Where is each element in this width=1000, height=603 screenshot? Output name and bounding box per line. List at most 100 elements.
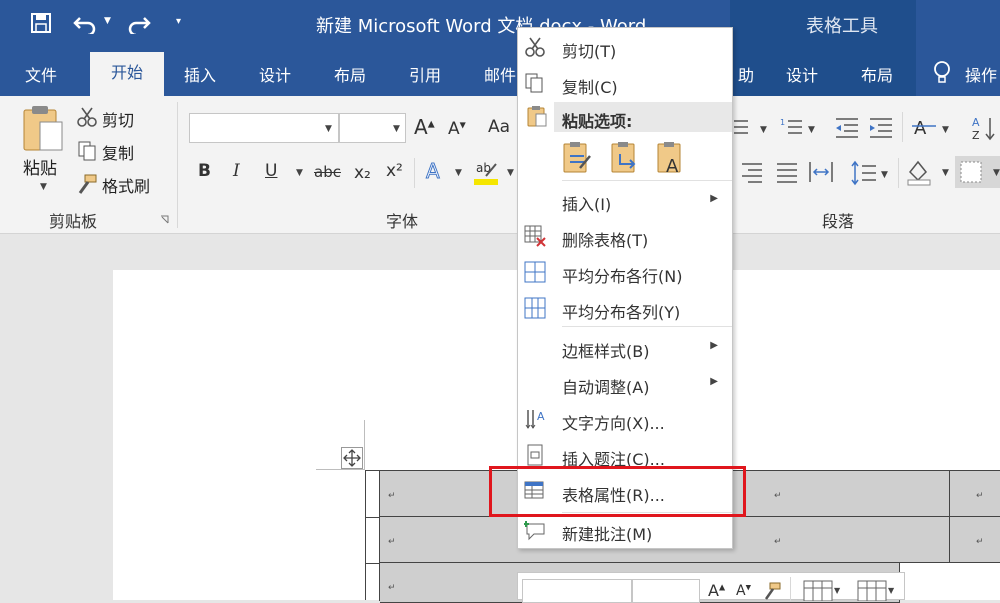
scissors-icon [525, 37, 545, 57]
menu-item-border-styles[interactable]: 边框样式(B) ▶ [518, 330, 732, 366]
paste-icon[interactable] [22, 104, 64, 154]
superscript-button[interactable]: x² [386, 161, 403, 181]
borders-button[interactable]: ▼ [955, 156, 1000, 188]
sort-icon[interactable]: A Z [970, 114, 996, 142]
menu-item-insert[interactable]: 插入(I) ▶ [518, 183, 732, 219]
tab-insert[interactable]: 插入 [184, 62, 216, 86]
scissors-icon[interactable] [76, 106, 98, 128]
menu-item-copy-label: 复制(C) [562, 78, 618, 97]
format-painter-icon[interactable] [76, 173, 98, 195]
subscript-button[interactable]: x₂ [354, 163, 371, 183]
menu-item-insert-label: 插入(I) [562, 195, 612, 214]
mini-shrink-font-icon[interactable]: A▼ [736, 583, 751, 599]
tab-mailings[interactable]: 邮件 [484, 62, 516, 86]
paste-keep-formatting-icon[interactable] [562, 140, 592, 174]
format-painter-button[interactable]: 格式刷 [102, 173, 150, 197]
font-group-label: 字体 [386, 212, 419, 231]
menu-item-distribute-rows[interactable]: 平均分布各行(N) [518, 255, 732, 291]
paste-merge-formatting-icon[interactable] [610, 140, 640, 174]
table-cell[interactable] [754, 471, 950, 517]
undo-dropdown-icon[interactable]: ▼ [104, 16, 111, 26]
undo-icon[interactable] [72, 12, 98, 34]
paragraph-mark: ↵ [388, 491, 396, 501]
menu-item-text-direction-label: 文字方向(X)... [562, 414, 665, 433]
bold-button[interactable]: B [198, 161, 211, 181]
shading-icon[interactable]: ▼ [906, 158, 954, 186]
menu-item-distribute-cols[interactable]: 平均分布各列(Y) [518, 291, 732, 327]
clipboard-launcher-icon[interactable] [160, 215, 169, 224]
tab-review[interactable]: 助 [738, 62, 754, 86]
mini-size-combo[interactable] [632, 579, 700, 603]
highlight-dropdown-icon[interactable]: ▼ [507, 168, 514, 178]
lightbulb-icon[interactable] [932, 60, 952, 86]
table-cell[interactable] [950, 471, 1000, 517]
redo-icon[interactable] [126, 12, 152, 34]
decrease-indent-icon[interactable] [834, 116, 860, 140]
paste-label[interactable]: 粘贴 [23, 154, 57, 179]
distributed-icon[interactable] [808, 160, 834, 184]
shrink-font-icon[interactable]: A▼ [448, 119, 466, 139]
numbered-list-icon[interactable]: 1 ▼ [778, 116, 820, 140]
paste-dropdown-icon[interactable]: ▼ [40, 182, 47, 192]
save-icon[interactable] [30, 12, 52, 34]
svg-text:A: A [666, 156, 679, 174]
grow-font-icon[interactable]: A▲ [414, 115, 435, 139]
asian-layout-icon[interactable]: A ▼ [912, 116, 952, 140]
change-case-button[interactable]: Aa [488, 117, 510, 137]
menu-item-text-direction[interactable]: A 文字方向(X)... [518, 402, 732, 438]
menu-item-delete-table[interactable]: 删除表格(T) [518, 219, 732, 255]
table-cell[interactable] [754, 517, 950, 563]
svg-text:A: A [972, 116, 980, 129]
increase-indent-icon[interactable] [868, 116, 894, 140]
tab-layout[interactable]: 布局 [334, 62, 366, 86]
table-cell[interactable] [950, 517, 1000, 563]
menu-item-cut[interactable]: 剪切(T) [518, 30, 732, 66]
highlight-color-icon[interactable]: ab [474, 158, 500, 186]
font-size-dropdown-icon[interactable]: ▼ [393, 124, 400, 134]
tab-home[interactable]: 开始 [90, 52, 164, 96]
borders-dropdown-icon[interactable]: ▼ [993, 168, 1000, 178]
menu-item-new-comment[interactable]: 新建批注(M) [518, 513, 732, 549]
mini-format-painter-icon[interactable] [762, 581, 784, 601]
move-icon [343, 449, 361, 467]
paste-text-only-icon[interactable]: A [656, 140, 686, 174]
insert-caption-icon [527, 444, 543, 466]
text-effects-dropdown-icon[interactable]: ▼ [455, 168, 462, 178]
mini-table-styles-icon[interactable]: ▼ [856, 579, 896, 601]
menu-item-copy[interactable]: 复制(C) [518, 66, 732, 102]
tab-table-layout[interactable]: 布局 [861, 62, 893, 86]
svg-text:▼: ▼ [942, 125, 949, 135]
copy-button[interactable]: 复制 [102, 140, 134, 164]
copy-icon[interactable] [77, 140, 97, 162]
customize-qat-icon[interactable]: ▾ [176, 16, 181, 27]
table-move-handle[interactable] [341, 447, 363, 469]
italic-button[interactable]: I [233, 161, 240, 181]
multilevel-list-icon[interactable]: ▼ [732, 116, 772, 140]
strikethrough-button[interactable]: abc [314, 163, 341, 181]
text-effects-icon[interactable]: A [426, 159, 441, 184]
font-name-combo[interactable] [189, 113, 339, 143]
tab-table-design[interactable]: 设计 [786, 62, 818, 86]
menu-separator [562, 326, 732, 327]
justify-icon[interactable] [775, 160, 799, 184]
font-name-dropdown-icon[interactable]: ▼ [325, 124, 332, 134]
cut-button[interactable]: 剪切 [102, 107, 134, 131]
tab-references[interactable]: 引用 [409, 62, 441, 86]
paragraph-separator-2 [898, 158, 899, 188]
mini-insert-table-icon[interactable]: ▼ [802, 579, 842, 601]
align-right-icon[interactable] [740, 160, 764, 184]
tab-file[interactable]: 文件 [25, 62, 57, 86]
table-left-margin [366, 471, 380, 601]
mini-font-combo[interactable] [522, 579, 632, 603]
tell-me-search[interactable]: 操作 [965, 62, 997, 86]
paste-icon [527, 106, 547, 127]
underline-button[interactable]: U [265, 161, 277, 181]
line-spacing-icon[interactable]: ▼ [850, 160, 890, 186]
menu-item-cut-label: 剪切(T) [562, 42, 617, 61]
menu-item-autofit[interactable]: 自动调整(A) ▶ [518, 366, 732, 402]
paragraph-mark: ↵ [774, 537, 782, 547]
paragraph-mark: ↵ [388, 583, 396, 593]
underline-dropdown-icon[interactable]: ▼ [296, 168, 303, 178]
tab-design[interactable]: 设计 [259, 62, 291, 86]
mini-grow-font-icon[interactable]: A▲ [708, 581, 725, 600]
